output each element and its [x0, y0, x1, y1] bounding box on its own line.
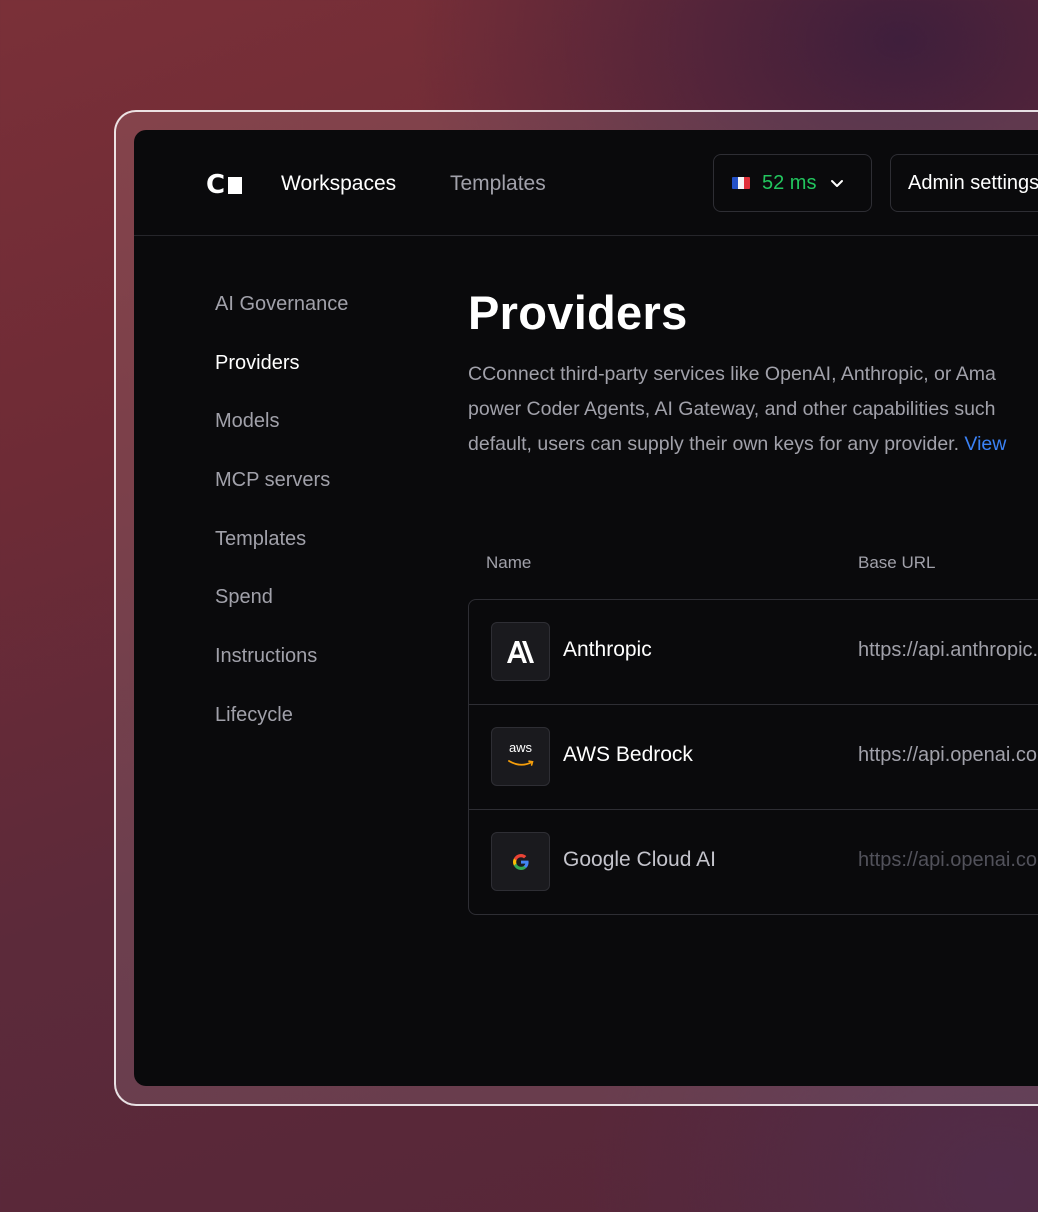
france-flag-icon	[732, 177, 750, 189]
google-logo-glyph	[512, 853, 529, 870]
latency-dropdown[interactable]: 52 ms	[713, 154, 872, 212]
nav-workspaces[interactable]: Workspaces	[281, 170, 396, 198]
sidebar-item-mcp-servers[interactable]: MCP servers	[215, 466, 348, 494]
anthropic-logo-glyph	[506, 640, 534, 663]
table-row[interactable]: aws AWS Bedrock https://api.openai.com	[469, 705, 1038, 810]
settings-sidebar: AI Governance Providers Models MCP serve…	[215, 290, 348, 760]
description-line-3: default, users can supply their own keys…	[468, 427, 1038, 462]
view-docs-link[interactable]: View	[964, 433, 1006, 455]
sidebar-item-templates[interactable]: Templates	[215, 525, 348, 553]
table-row[interactable]: Google Cloud AI https://api.openai.com	[469, 810, 1038, 915]
sidebar-item-models[interactable]: Models	[215, 407, 348, 435]
main-content: Providers CConnect third-party services …	[468, 285, 1038, 915]
providers-table: Anthropic https://api.anthropic.com aws …	[468, 599, 1038, 915]
google-icon	[491, 832, 550, 891]
sidebar-item-providers[interactable]: Providers	[215, 349, 348, 377]
column-header-name[interactable]: Name	[486, 553, 531, 573]
sidebar-item-ai-governance[interactable]: AI Governance	[215, 290, 348, 318]
table-row[interactable]: Anthropic https://api.anthropic.com	[469, 600, 1038, 705]
provider-url: https://api.openai.com	[858, 744, 1038, 766]
aws-icon: aws	[491, 727, 550, 786]
provider-name: Google Cloud AI	[563, 848, 716, 871]
logo-block-glyph	[228, 176, 243, 194]
aws-logo-text: aws	[508, 739, 533, 755]
description-line-2: power Coder Agents, AI Gateway, and othe…	[468, 398, 996, 420]
top-navbar: C Workspaces Templates 52 ms Admin setti…	[134, 130, 1038, 236]
provider-url: https://api.anthropic.com	[858, 639, 1038, 661]
sidebar-item-lifecycle[interactable]: Lifecycle	[215, 701, 348, 729]
provider-name: AWS Bedrock	[563, 743, 693, 766]
coder-logo[interactable]: C	[206, 170, 243, 200]
admin-settings-label: Admin settings	[908, 171, 1038, 194]
admin-settings-button[interactable]: Admin settings	[890, 154, 1038, 212]
app-window: C Workspaces Templates 52 ms Admin setti…	[134, 130, 1038, 1086]
page-title: Providers	[468, 286, 688, 339]
provider-url: https://api.openai.com	[858, 849, 1038, 871]
description-line-3-text: default, users can supply their own keys…	[468, 433, 965, 455]
latency-value: 52 ms	[762, 171, 817, 194]
sidebar-item-spend[interactable]: Spend	[215, 583, 348, 611]
description-line-1: CConnect third-party services like OpenA…	[468, 363, 996, 385]
aws-smile-icon	[507, 759, 534, 766]
nav-templates[interactable]: Templates	[450, 170, 546, 198]
sidebar-item-instructions[interactable]: Instructions	[215, 642, 348, 670]
anthropic-icon	[491, 622, 550, 681]
logo-c-glyph: C	[206, 170, 225, 200]
page-description: CConnect third-party services like OpenA…	[468, 357, 1038, 462]
aws-logo-glyph: aws	[507, 739, 534, 772]
provider-name: Anthropic	[563, 638, 652, 661]
chevron-down-icon	[831, 180, 844, 187]
column-header-base-url[interactable]: Base URL	[858, 553, 935, 573]
